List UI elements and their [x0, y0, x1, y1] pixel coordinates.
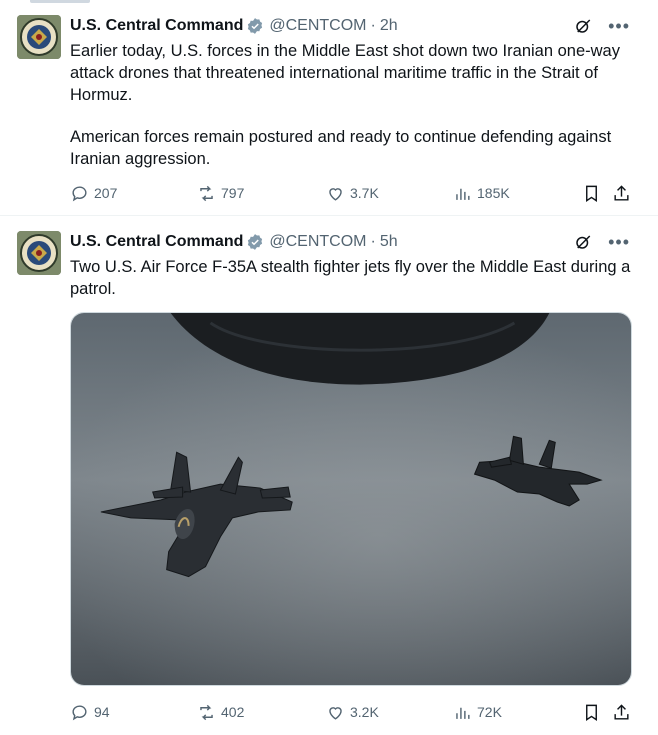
repost-icon: [200, 704, 213, 720]
like-button[interactable]: 3.2K: [326, 701, 379, 723]
reply-icon: [72, 185, 87, 201]
repost-button[interactable]: 797: [197, 182, 244, 204]
share-button[interactable]: [612, 182, 631, 204]
repost-count: 797: [221, 185, 245, 201]
repost-count: 402: [221, 704, 245, 720]
view-count: 72K: [477, 704, 502, 720]
more-icon[interactable]: •••: [608, 233, 630, 251]
centcom-seal-icon: [17, 15, 61, 59]
more-icon[interactable]: •••: [608, 17, 630, 35]
repost-icon: [200, 185, 213, 201]
separator: ·: [370, 233, 376, 250]
timestamp[interactable]: 2h: [380, 17, 398, 35]
author-handle[interactable]: @CENTCOM: [269, 17, 366, 35]
views-icon: [456, 707, 470, 719]
action-bar: 207 797 3.7K 185K: [70, 182, 635, 204]
tweet[interactable]: U.S. Central Command @CENTCOM · 2h ••• E…: [0, 0, 658, 216]
view-count: 185K: [477, 185, 510, 201]
tweet-header: U.S. Central Command @CENTCOM · 5h: [70, 232, 398, 252]
author-name[interactable]: U.S. Central Command: [70, 17, 243, 35]
reply-button[interactable]: 207: [70, 182, 117, 204]
bookmark-icon: [586, 704, 597, 721]
tweet-text: American forces remain postured and read…: [70, 128, 612, 168]
grok-icon[interactable]: [574, 233, 592, 251]
avatar[interactable]: [17, 231, 61, 275]
timestamp[interactable]: 5h: [380, 233, 398, 251]
repost-button[interactable]: 402: [197, 701, 244, 723]
heart-icon: [329, 187, 342, 201]
grok-icon[interactable]: [574, 17, 592, 35]
tweet-text: Earlier today, U.S. forces in the Middle…: [70, 42, 620, 104]
avatar[interactable]: [17, 15, 61, 59]
separator: ·: [370, 17, 376, 34]
tweet-media-photo[interactable]: [70, 312, 632, 686]
reply-count: 207: [94, 185, 118, 201]
views-button[interactable]: 72K: [453, 701, 502, 723]
like-count: 3.2K: [350, 704, 379, 720]
bookmark-icon: [586, 185, 597, 202]
views-icon: [456, 188, 470, 200]
verified-badge-icon[interactable]: [246, 233, 264, 251]
share-button[interactable]: [612, 701, 631, 723]
header-actions: •••: [574, 232, 630, 252]
reply-button[interactable]: 94: [70, 701, 110, 723]
reply-count: 94: [94, 704, 110, 720]
like-count: 3.7K: [350, 185, 379, 201]
bookmark-button[interactable]: [582, 701, 601, 723]
like-button[interactable]: 3.7K: [326, 182, 379, 204]
reply-icon: [72, 704, 87, 720]
tweet-text: Two U.S. Air Force F-35A stealth fighter…: [70, 258, 631, 298]
header-actions: •••: [574, 16, 630, 36]
heart-icon: [329, 706, 342, 720]
verified-badge-icon[interactable]: [246, 17, 264, 35]
views-button[interactable]: 185K: [453, 182, 510, 204]
share-icon: [614, 703, 629, 720]
bookmark-button[interactable]: [582, 182, 601, 204]
author-handle[interactable]: @CENTCOM: [269, 233, 366, 251]
tweet[interactable]: U.S. Central Command @CENTCOM · 5h ••• T…: [0, 217, 658, 735]
action-bar: 94 402 3.2K 72K: [70, 701, 635, 723]
tweet-header: U.S. Central Command @CENTCOM · 2h: [70, 16, 398, 36]
author-name[interactable]: U.S. Central Command: [70, 233, 243, 251]
f35-jets-photo: [71, 313, 631, 685]
share-icon: [614, 184, 629, 201]
centcom-seal-icon: [17, 231, 61, 275]
